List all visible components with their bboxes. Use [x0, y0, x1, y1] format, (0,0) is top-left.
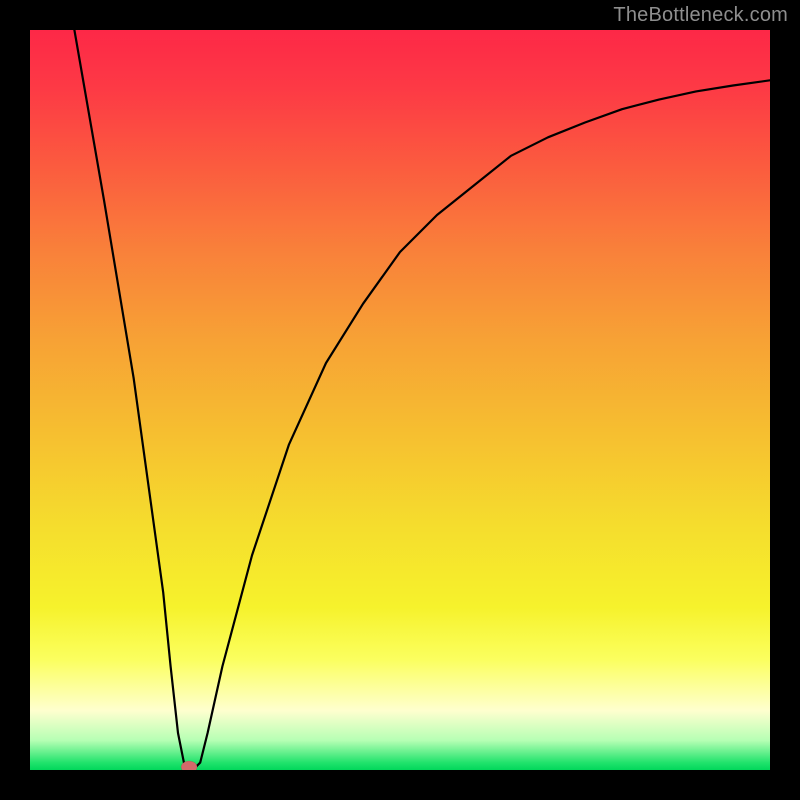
bottleneck-curve	[74, 30, 770, 770]
plot-area	[30, 30, 770, 770]
curve-layer	[30, 30, 770, 770]
watermark-text: TheBottleneck.com	[613, 4, 788, 27]
chart-frame: TheBottleneck.com	[0, 0, 800, 800]
